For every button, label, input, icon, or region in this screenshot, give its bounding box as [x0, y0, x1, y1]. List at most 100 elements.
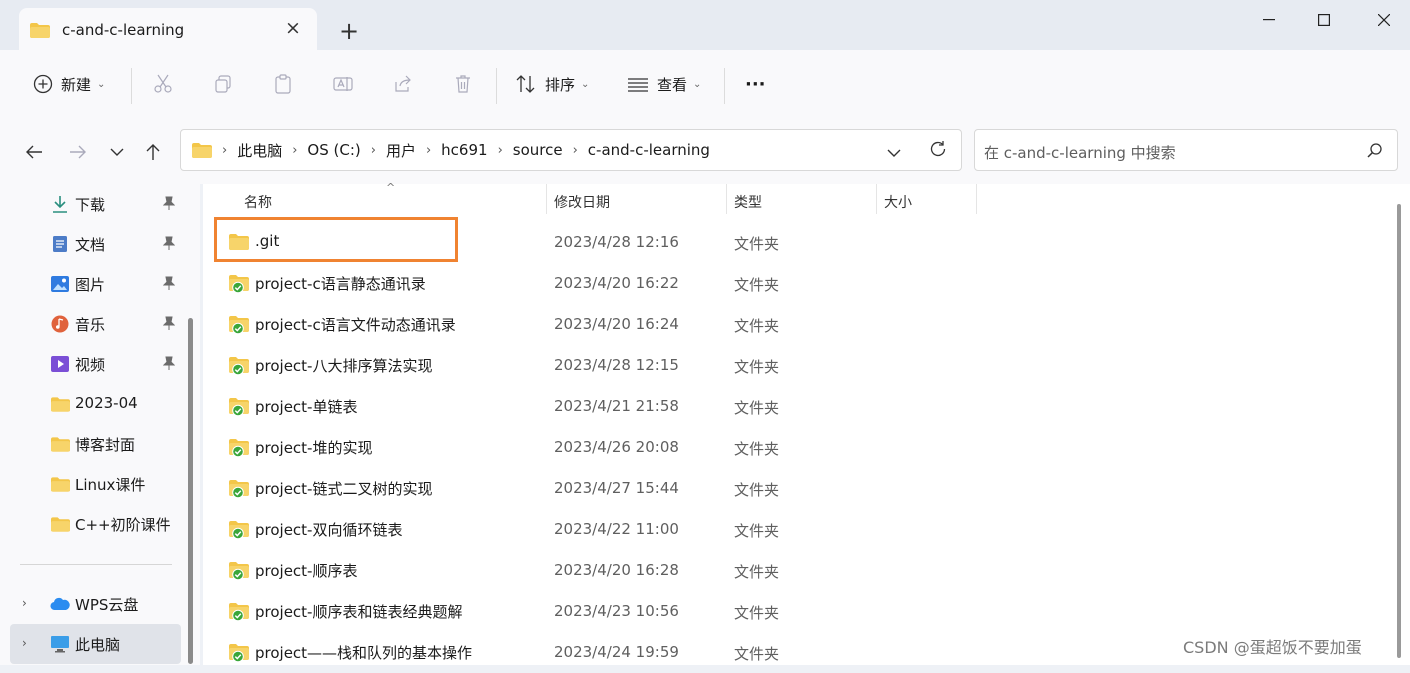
sidebar-item-2023-04[interactable]: 2023-04: [0, 384, 185, 424]
column-header-date[interactable]: 修改日期: [554, 192, 610, 212]
sidebar-item-blog-covers[interactable]: 博客封面: [0, 424, 185, 464]
close-tab-button[interactable]: ×: [282, 17, 304, 39]
delete-button[interactable]: [453, 50, 473, 118]
table-row[interactable]: project-八大排序算法实现 2023/4/28 12:15 文件夹: [203, 345, 1383, 386]
column-header-name[interactable]: 名称: [244, 192, 272, 212]
divider: [20, 564, 172, 565]
forward-button[interactable]: [66, 140, 90, 164]
column-header-type[interactable]: 类型: [734, 192, 762, 212]
chevron-right-icon: ›: [292, 142, 298, 158]
file-date: 2023/4/27 15:44: [554, 479, 679, 497]
column-header-size[interactable]: 大小: [884, 192, 912, 212]
table-row[interactable]: project-c语言文件动态通讯录 2023/4/20 16:24 文件夹: [203, 304, 1383, 345]
search-icon: [1367, 142, 1383, 162]
table-row[interactable]: project-顺序表和链表经典题解 2023/4/23 10:56 文件夹: [203, 591, 1383, 632]
sidebar-item-videos[interactable]: 视频: [0, 344, 185, 384]
sidebar-item-downloads[interactable]: 下载: [0, 184, 185, 224]
table-row[interactable]: project-堆的实现 2023/4/26 20:08 文件夹: [203, 427, 1383, 468]
pin-icon[interactable]: [162, 276, 176, 294]
table-row[interactable]: project-链式二叉树的实现 2023/4/27 15:44 文件夹: [203, 468, 1383, 509]
table-row[interactable]: project-顺序表 2023/4/20 16:28 文件夹: [203, 550, 1383, 591]
sidebar-item-cpp-courseware[interactable]: C++初阶课件: [0, 504, 185, 544]
cloud-icon: [50, 594, 70, 614]
file-name: project-单链表: [255, 398, 358, 416]
table-row[interactable]: project-双向循环链表 2023/4/22 11:00 文件夹: [203, 509, 1383, 550]
scissors-icon: [154, 74, 172, 93]
recent-locations-button[interactable]: [105, 140, 129, 164]
tab-c-and-c-learning[interactable]: c-and-c-learning ×: [19, 8, 317, 50]
folder-icon: [50, 434, 70, 454]
pin-icon[interactable]: [162, 236, 176, 254]
column-divider[interactable]: [876, 184, 877, 214]
command-bar: 新建 ⌄ 排序 ⌄ 查看 ⌄ ···: [0, 50, 1410, 119]
file-date: 2023/4/23 10:56: [554, 602, 679, 620]
table-row[interactable]: project-c语言静态通讯录 2023/4/20 16:22 文件夹: [203, 263, 1383, 304]
crumb-users[interactable]: 用户: [386, 140, 416, 161]
sidebar-item-wps-cloud[interactable]: › WPS云盘: [0, 584, 185, 624]
new-tab-button[interactable]: +: [337, 19, 361, 43]
new-button[interactable]: 新建 ⌄: [33, 50, 105, 118]
search-box[interactable]: 在 c-and-c-learning 中搜索: [974, 129, 1398, 171]
more-options-button[interactable]: ···: [745, 50, 766, 118]
sort-icon: [516, 75, 535, 93]
synced-folder-icon: [229, 480, 249, 499]
rename-button[interactable]: [333, 50, 353, 118]
back-button[interactable]: [22, 140, 46, 164]
paste-button[interactable]: [273, 50, 293, 118]
sidebar-item-pictures[interactable]: 图片: [0, 264, 185, 304]
pin-icon[interactable]: [162, 356, 176, 374]
view-button[interactable]: 查看 ⌄: [627, 50, 701, 118]
file-type: 文件夹: [734, 276, 780, 294]
pin-icon[interactable]: [162, 196, 176, 214]
file-name: project-堆的实现: [255, 439, 373, 457]
sidebar-item-music[interactable]: 音乐: [0, 304, 185, 344]
crumb-current[interactable]: c-and-c-learning: [588, 141, 710, 159]
synced-folder-icon: [229, 398, 249, 417]
sidebar-item-documents[interactable]: 文档: [0, 224, 185, 264]
file-type: 文件夹: [734, 522, 780, 540]
close-window-button[interactable]: [1361, 6, 1407, 34]
clipboard-icon: [275, 74, 291, 94]
sidebar-item-linux-courseware[interactable]: Linux课件: [0, 464, 185, 504]
vertical-scrollbar[interactable]: [1397, 204, 1401, 658]
arrow-left-icon: [26, 145, 42, 159]
crumb-user[interactable]: hc691: [441, 141, 487, 159]
crumb-this-pc[interactable]: 此电脑: [237, 140, 282, 161]
synced-folder-icon: [229, 275, 249, 294]
rename-icon: [333, 77, 353, 91]
column-divider[interactable]: [726, 184, 727, 214]
file-name: project-链式二叉树的实现: [255, 480, 433, 498]
search-input[interactable]: 在 c-and-c-learning 中搜索: [984, 142, 1176, 163]
synced-folder-icon: [229, 357, 249, 376]
address-bar[interactable]: › 此电脑 › OS (C:) › 用户 › hc691 › source › …: [180, 129, 962, 171]
file-type: 文件夹: [734, 604, 780, 622]
crumb-source[interactable]: source: [513, 141, 563, 159]
address-history-button[interactable]: [887, 143, 901, 162]
chevron-right-icon[interactable]: ›: [22, 596, 27, 610]
column-divider[interactable]: [546, 184, 547, 214]
folder-icon: [50, 474, 70, 494]
minimize-button[interactable]: [1246, 6, 1292, 34]
sort-button[interactable]: 排序 ⌄: [515, 50, 589, 118]
close-icon: [1378, 14, 1390, 26]
up-button[interactable]: [141, 140, 165, 164]
chevron-right-icon: ›: [425, 142, 432, 158]
table-row[interactable]: project-单链表 2023/4/21 21:58 文件夹: [203, 386, 1383, 427]
crumb-drive[interactable]: OS (C:): [307, 141, 360, 159]
pin-icon[interactable]: [162, 316, 176, 334]
sidebar-scrollbar[interactable]: [188, 318, 193, 664]
navigation-row: › 此电脑 › OS (C:) › 用户 › hc691 › source › …: [0, 118, 1410, 184]
refresh-button[interactable]: [929, 140, 947, 162]
chevron-right-icon[interactable]: ›: [22, 636, 27, 650]
sidebar-item-this-pc[interactable]: › 此电脑: [10, 624, 181, 664]
copy-button[interactable]: [213, 50, 233, 118]
chevron-right-icon: ›: [572, 142, 578, 158]
music-icon: [50, 314, 70, 334]
column-divider[interactable]: [976, 184, 977, 214]
plus-circle-icon: [33, 74, 53, 94]
cut-button[interactable]: [153, 50, 173, 118]
video-icon: [50, 354, 70, 374]
share-button[interactable]: [393, 50, 413, 118]
arrow-up-icon: [146, 144, 160, 160]
maximize-button[interactable]: [1301, 6, 1347, 34]
